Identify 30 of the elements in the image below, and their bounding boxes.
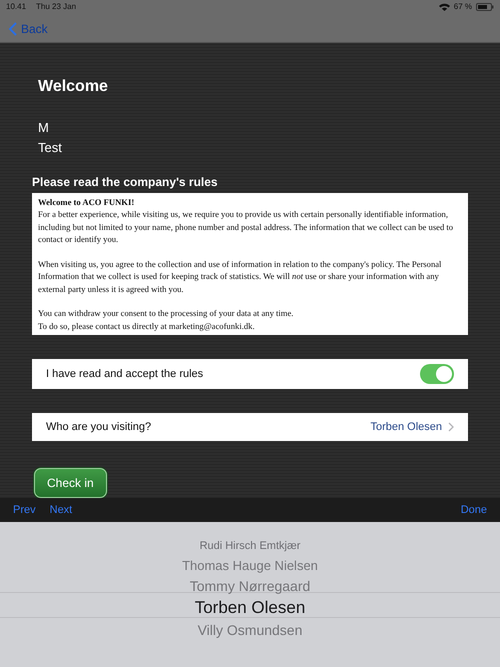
wifi-icon (438, 2, 450, 10)
chevron-right-icon (448, 422, 454, 432)
picker-item[interactable]: Torben Olesen (194, 596, 306, 620)
user-info-text: M (38, 118, 50, 137)
prev-button[interactable]: Prev (13, 504, 36, 516)
rules-paragraph: To do so, please contact us directly at marketing@acofunki.dk. (38, 320, 256, 332)
status-date: Thu 23 Jan (36, 2, 76, 11)
visiting-row[interactable]: Who are you visiting? Torben Olesen (32, 413, 468, 442)
rules-paragraph: For a better experience, while visiting us, we require you to provide us with certain personally identifiable information, including but not limited to your name, phone number and postal address. The information that we collect can be used to contact or identify you. (38, 208, 454, 246)
rules-paragraph: You can withdraw your consent to the processing of your data at any time. (38, 307, 294, 320)
next-button[interactable]: Next (50, 504, 72, 516)
accept-label: I have read and accept the rules (46, 368, 204, 380)
rules-title: Welcome to ACO FUNKI! (38, 196, 136, 208)
picker-item[interactable]: Villy Osmundsen (198, 620, 302, 640)
visiting-value: Torben Olesen (370, 421, 442, 434)
accept-toggle[interactable] (420, 364, 454, 384)
picker-item[interactable]: Thomas Hauge Nielsen (182, 556, 318, 576)
picker-item[interactable]: Rudi Hirsch Emtkjær (200, 536, 300, 556)
check-in-button[interactable]: Check in (34, 468, 107, 498)
welcome-title: Welcome (38, 78, 109, 96)
chevron-left-icon (9, 22, 17, 36)
visiting-label: Who are you visiting? (46, 421, 152, 434)
battery-percent: 67 % (454, 2, 472, 11)
user-info-text: Test (38, 138, 63, 157)
rules-paragraph: When visiting us, you agree to the collection and use of information in relation to the company's policy. The Personal Information that we collect is used for keeping track of statistics. We will not use or share your information with any external party unless it is agreed with you. (38, 258, 442, 296)
battery-icon (476, 2, 494, 10)
picker-item[interactable]: Tommy Nørregaard (190, 576, 310, 596)
done-button[interactable]: Done (460, 504, 487, 516)
status-time: 10.41 (6, 2, 26, 11)
rules-heading: Please read the company's rules (32, 174, 219, 189)
